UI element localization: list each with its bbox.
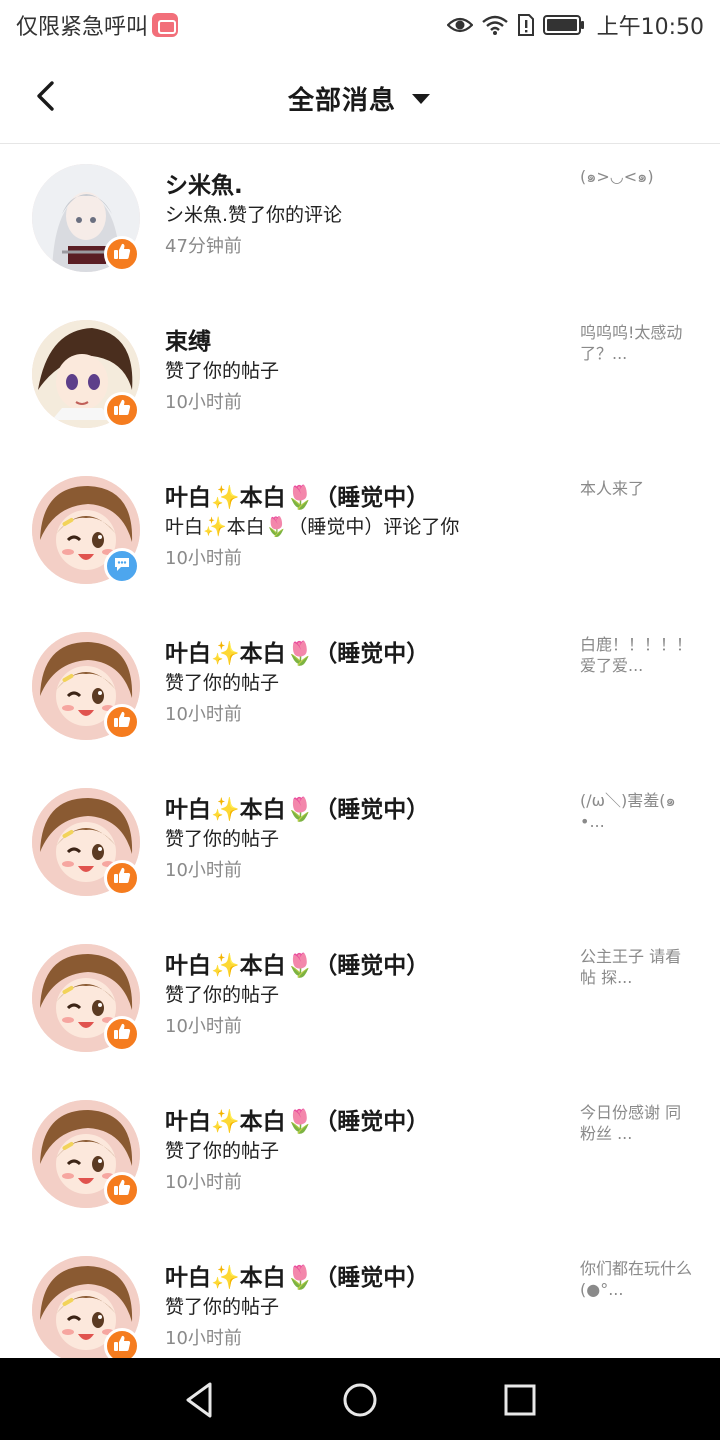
recents-square-icon	[504, 1384, 536, 1416]
sender-name[interactable]: 束缚	[165, 322, 211, 356]
message-time: 10小时前	[165, 860, 242, 881]
like-icon	[112, 398, 132, 422]
content-preview[interactable]: 今日份感谢 同粉丝 ...	[580, 1102, 692, 1144]
like-badge	[104, 1172, 140, 1208]
sender-name[interactable]: 叶白✨本白🌷（睡觉中）	[165, 946, 429, 980]
message-action: 叶白✨本白🌷（睡觉中）评论了你	[165, 516, 460, 538]
back-button[interactable]	[28, 76, 68, 116]
wifi-icon	[481, 15, 508, 35]
status-bar: 仅限紧急呼叫 上午10:50	[0, 0, 720, 50]
like-icon	[112, 1178, 132, 1202]
message-action: 赞了你的帖子	[165, 828, 280, 850]
message-row[interactable]: 叶白✨本白🌷（睡觉中） 赞了你的帖子 10小时前 公主王子 请看帖 探...	[0, 924, 720, 1080]
like-icon	[112, 710, 132, 734]
carrier-text: 仅限紧急呼叫	[16, 15, 149, 40]
message-time: 10小时前	[165, 704, 242, 725]
message-action: 赞了你的帖子	[165, 984, 280, 1006]
content-preview[interactable]: 你们都在玩什么(●°...	[580, 1258, 692, 1300]
content-preview[interactable]: 本人来了	[580, 478, 692, 499]
like-icon	[112, 866, 132, 890]
sender-name[interactable]: 叶白✨本白🌷（睡觉中）	[165, 1258, 429, 1292]
message-filter-dropdown[interactable]: 全部消息	[288, 80, 431, 117]
app-notification-icon	[152, 13, 179, 37]
message-time: 10小时前	[165, 548, 242, 569]
nav-home-button[interactable]	[338, 1378, 382, 1422]
content-preview[interactable]: 呜呜呜!太感动了？...	[580, 322, 692, 364]
like-icon	[112, 1022, 132, 1046]
eye-icon	[446, 17, 473, 33]
sim-alert-icon	[517, 14, 534, 36]
message-time: 10小时前	[165, 1328, 242, 1349]
chevron-left-icon	[37, 81, 54, 111]
message-row[interactable]: 叶白✨本白🌷（睡觉中） 赞了你的帖子 10小时前 (/ω＼)害羞(๑•...	[0, 768, 720, 924]
message-action: 赞了你的帖子	[165, 360, 280, 382]
like-badge	[104, 1016, 140, 1052]
message-row[interactable]: 叶白✨本白🌷（睡觉中） 叶白✨本白🌷（睡觉中）评论了你 10小时前 本人来了	[0, 456, 720, 612]
message-time: 10小时前	[165, 392, 242, 413]
like-badge	[104, 704, 140, 740]
content-preview[interactable]: 白鹿！！！！！爱了爱...	[580, 634, 692, 676]
caret-down-icon	[412, 93, 431, 104]
like-icon	[112, 242, 132, 266]
battery-icon	[542, 15, 584, 35]
content-preview[interactable]: (๑>◡<๑)	[580, 166, 692, 187]
sender-name[interactable]: シ米魚.	[165, 166, 243, 200]
message-row[interactable]: 叶白✨本白🌷（睡觉中） 赞了你的帖子 10小时前 白鹿！！！！！爱了爱...	[0, 612, 720, 768]
message-action: 赞了你的帖子	[165, 1140, 280, 1162]
content-preview[interactable]: (/ω＼)害羞(๑•...	[580, 790, 692, 832]
comment-badge	[104, 548, 140, 584]
page-title: 全部消息	[288, 86, 397, 116]
nav-back-button[interactable]	[178, 1378, 222, 1422]
message-row[interactable]: 束缚赞了你的帖子 10小时前 呜呜呜!太感动了？...	[0, 300, 720, 456]
like-badge	[104, 236, 140, 272]
nav-recents-button[interactable]	[498, 1378, 542, 1422]
app-header: 全部消息	[0, 50, 720, 144]
like-badge	[104, 860, 140, 896]
home-circle-icon	[343, 1383, 377, 1417]
back-triangle-icon	[186, 1382, 212, 1418]
status-right: 上午10:50	[446, 9, 704, 41]
like-badge	[104, 392, 140, 428]
sender-name[interactable]: 叶白✨本白🌷（睡觉中）	[165, 634, 429, 668]
sender-name[interactable]: 叶白✨本白🌷（睡觉中）	[165, 790, 429, 824]
like-badge	[104, 1328, 140, 1358]
sender-name[interactable]: 叶白✨本白🌷（睡觉中）	[165, 1102, 429, 1136]
sender-name[interactable]: 叶白✨本白🌷（睡觉中）	[165, 478, 429, 512]
message-time: 47分钟前	[165, 236, 242, 257]
message-action: 赞了你的帖子	[165, 1296, 280, 1318]
comment-icon	[112, 554, 132, 578]
message-time: 10小时前	[165, 1016, 242, 1037]
status-time: 上午10:50	[596, 15, 704, 40]
system-nav-bar	[0, 1358, 720, 1440]
message-row[interactable]: シ米魚. シ米魚.赞了你的评论 47分钟前 (๑>◡<๑)	[0, 144, 720, 300]
message-list[interactable]: シ米魚. シ米魚.赞了你的评论 47分钟前 (๑>◡<๑) 束缚赞了你的帖子 10小时前 呜…	[0, 144, 720, 1358]
status-left: 仅限紧急呼叫	[16, 9, 179, 41]
message-time: 10小时前	[165, 1172, 242, 1193]
message-action: 赞了你的帖子	[165, 672, 280, 694]
message-row[interactable]: 叶白✨本白🌷（睡觉中） 赞了你的帖子 10小时前 你们都在玩什么(●°...	[0, 1236, 720, 1358]
like-icon	[112, 1334, 132, 1358]
message-row[interactable]: 叶白✨本白🌷（睡觉中） 赞了你的帖子 10小时前 今日份感谢 同粉丝 ...	[0, 1080, 720, 1236]
content-preview[interactable]: 公主王子 请看帖 探...	[580, 946, 692, 988]
message-action: シ米魚.赞了你的评论	[165, 204, 343, 226]
